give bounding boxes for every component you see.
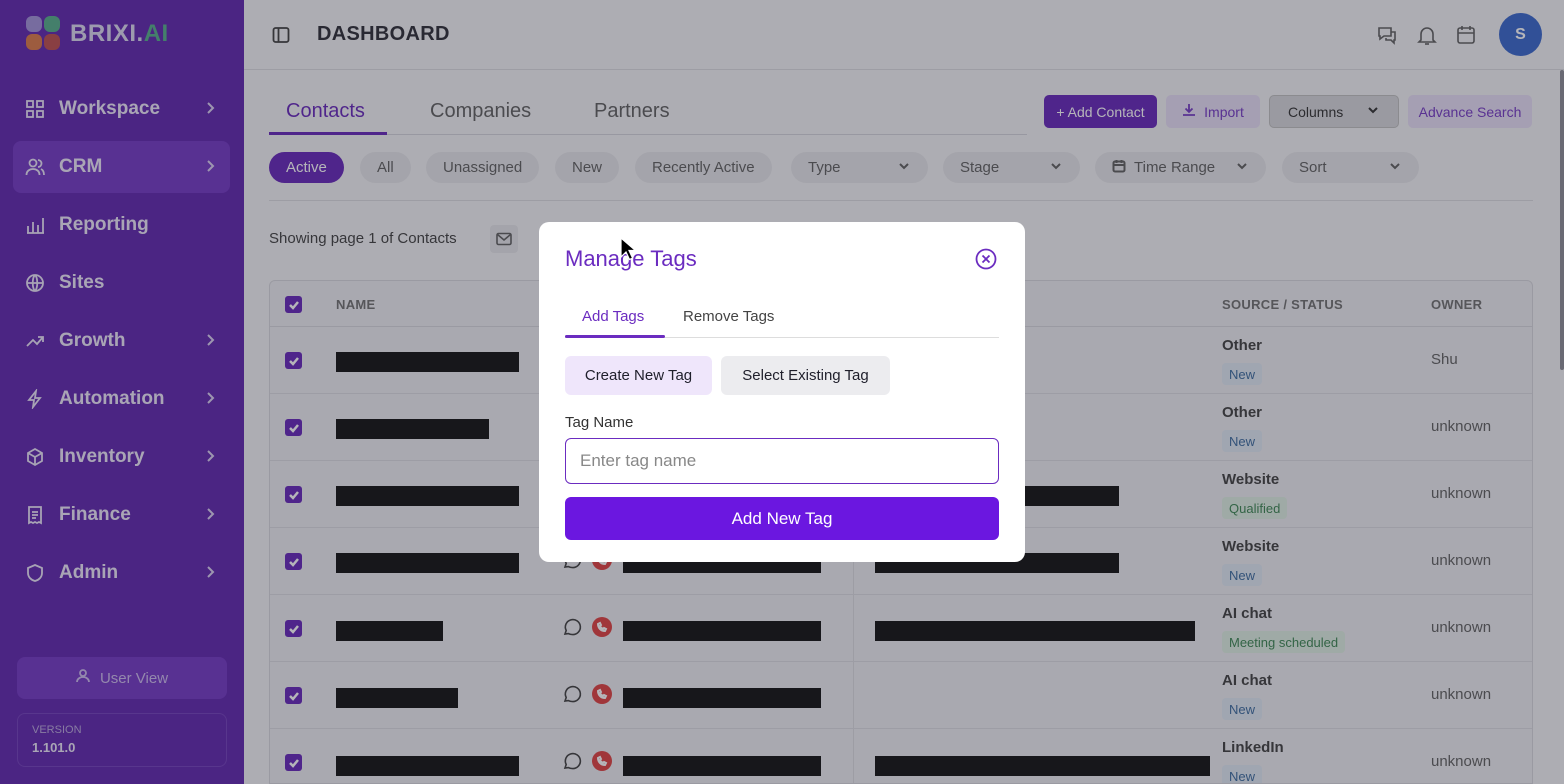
close-icon[interactable] [975,248,997,270]
create-new-tag-toggle[interactable]: Create New Tag [565,356,712,395]
tab-remove-tags[interactable]: Remove Tags [683,308,774,325]
tab-add-tags[interactable]: Add Tags [582,308,644,325]
modal-tabs: Add Tags Remove Tags [565,300,999,338]
manage-tags-modal: Manage Tags Add Tags Remove Tags Create … [539,222,1025,562]
select-existing-tag-toggle[interactable]: Select Existing Tag [721,356,890,395]
page-scrollbar[interactable] [1560,70,1564,370]
active-tab-indicator [565,335,665,338]
tag-name-label: Tag Name [565,414,634,431]
add-new-tag-button[interactable]: Add New Tag [565,497,999,540]
tag-name-input[interactable] [565,438,999,484]
mouse-cursor-icon [620,237,636,261]
